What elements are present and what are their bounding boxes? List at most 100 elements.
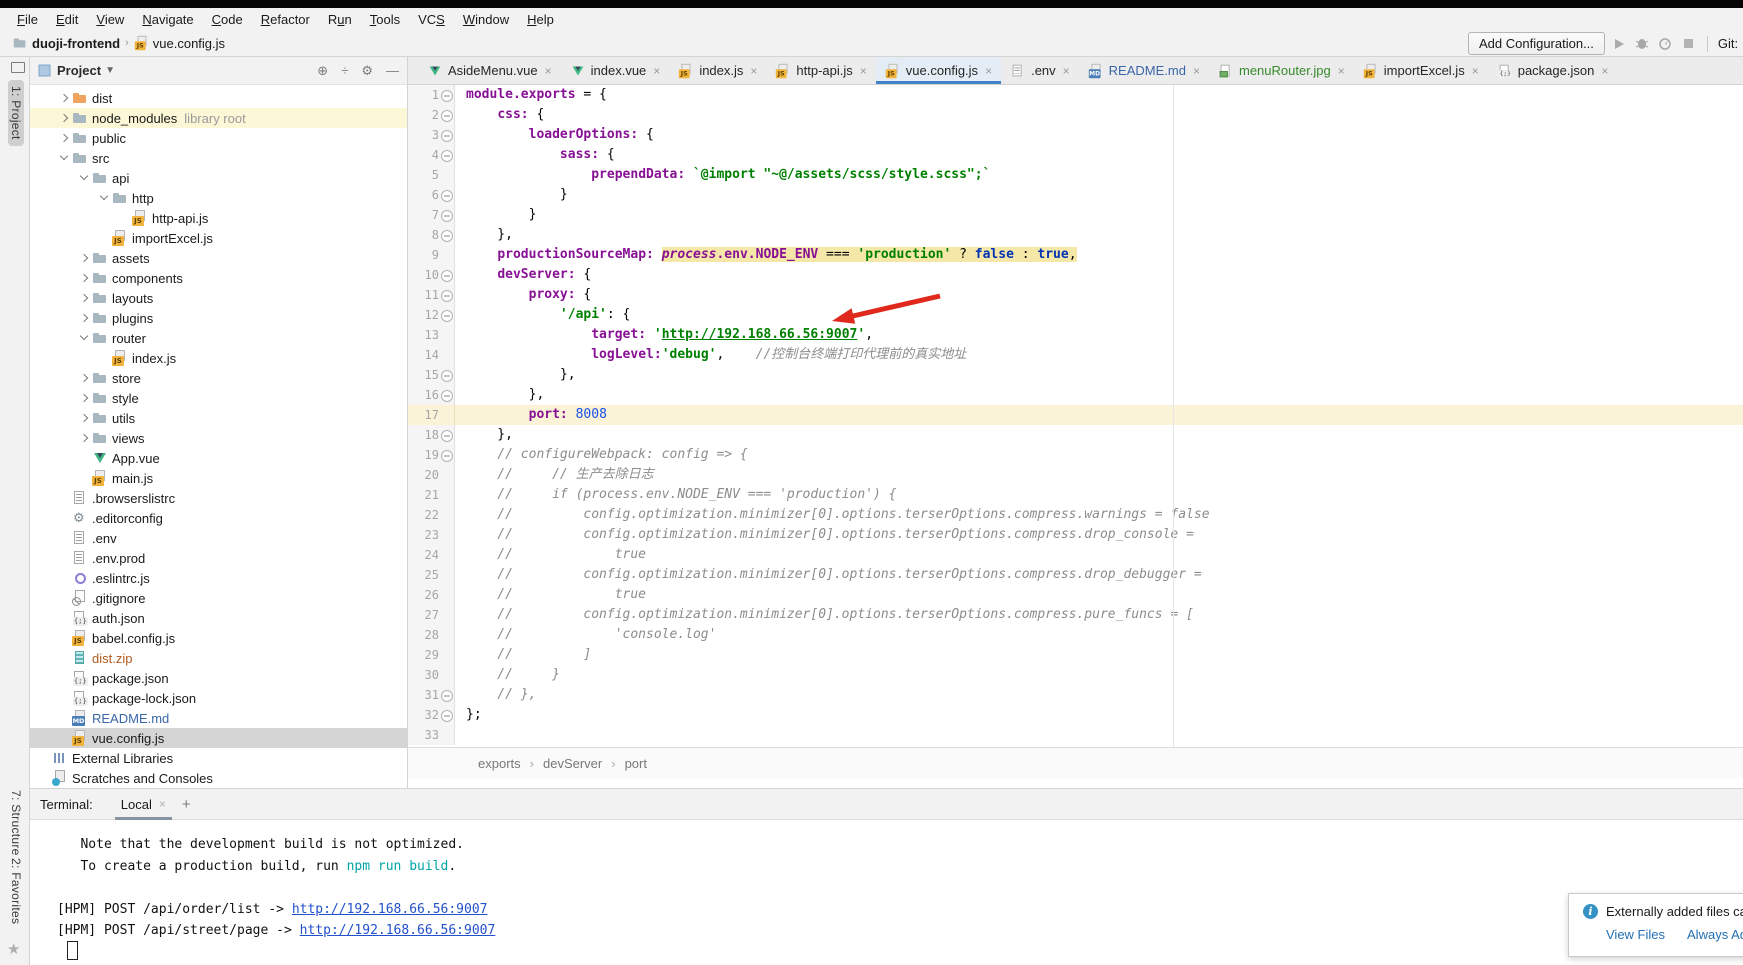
chevron-right-icon[interactable] (76, 368, 92, 388)
menu-code[interactable]: Code (203, 12, 252, 27)
editor-tab-importExcel.js[interactable]: importExcel.js× (1354, 57, 1488, 84)
chevron-down-icon[interactable] (96, 188, 112, 208)
code-line-16[interactable]: 16 }, (408, 385, 1743, 405)
tool-window-project-button[interactable]: 1: Project (9, 80, 23, 146)
tree-item-style[interactable]: style (30, 388, 407, 408)
fold-marker-icon[interactable] (439, 185, 454, 205)
fold-marker-icon[interactable] (439, 225, 454, 245)
fold-marker-icon[interactable] (439, 445, 454, 465)
fold-marker-icon[interactable] (439, 205, 454, 225)
tree-item-plugins[interactable]: plugins (30, 308, 407, 328)
tree-item-package-lock-json[interactable]: package-lock.json (30, 688, 407, 708)
chevron-right-icon[interactable] (56, 108, 72, 128)
tree-item-scratches-and-consoles[interactable]: Scratches and Consoles (30, 768, 407, 788)
close-icon[interactable]: × (159, 797, 166, 811)
code-line-23[interactable]: 23 // config.optimization.minimizer[0].o… (408, 525, 1743, 545)
chevron-right-icon[interactable] (76, 388, 92, 408)
close-icon[interactable]: × (985, 64, 992, 78)
tree-item--gitignore[interactable]: .gitignore (30, 588, 407, 608)
breadcrumb-file[interactable]: vue.config.js (153, 36, 225, 51)
menu-window[interactable]: Window (454, 12, 518, 27)
fold-marker-icon[interactable] (439, 385, 454, 405)
debug-icon[interactable] (1634, 35, 1651, 52)
editor-tab-menuRouter.jpg[interactable]: menuRouter.jpg× (1209, 57, 1354, 84)
tree-item--browserslistrc[interactable]: .browserslistrc (30, 488, 407, 508)
tree-item-http[interactable]: http (30, 188, 407, 208)
code-line-25[interactable]: 25 // config.optimization.minimizer[0].o… (408, 565, 1743, 585)
chevron-right-icon[interactable] (76, 248, 92, 268)
fold-marker-icon[interactable] (439, 685, 454, 705)
tool-window-structure-button[interactable]: 7: Structure (9, 790, 23, 856)
tree-item-auth-json[interactable]: auth.json (30, 608, 407, 628)
close-icon[interactable]: × (1601, 64, 1608, 78)
tree-item-http-api-js[interactable]: http-api.js (30, 208, 407, 228)
tool-window-switcher-icon[interactable] (11, 62, 25, 73)
profiler-icon[interactable] (1657, 35, 1674, 52)
tree-item-importexcel-js[interactable]: importExcel.js (30, 228, 407, 248)
chevron-right-icon[interactable] (76, 408, 92, 428)
editor-tab-index.js[interactable]: index.js× (669, 57, 766, 84)
tree-item-node-modules[interactable]: node_moduleslibrary root (30, 108, 407, 128)
editor-tab-.env[interactable]: .env× (1001, 57, 1079, 84)
tree-item-package-json[interactable]: package.json (30, 668, 407, 688)
menu-tools[interactable]: Tools (361, 12, 409, 27)
menu-refactor[interactable]: Refactor (252, 12, 319, 27)
tree-item-main-js[interactable]: main.js (30, 468, 407, 488)
tool-window-favorites-button[interactable]: 2: Favorites (9, 858, 23, 924)
tree-item-assets[interactable]: assets (30, 248, 407, 268)
tree-item-external-libraries[interactable]: External Libraries (30, 748, 407, 768)
stop-icon[interactable] (1680, 35, 1697, 52)
code-line-5[interactable]: 5 prependData: `@import "~@/assets/scss/… (408, 165, 1743, 185)
tree-item-dist[interactable]: dist (30, 88, 407, 108)
code-line-30[interactable]: 30 // } (408, 665, 1743, 685)
fold-marker-icon[interactable] (439, 265, 454, 285)
tree-item-layouts[interactable]: layouts (30, 288, 407, 308)
code-line-14[interactable]: 14 logLevel:'debug', //控制台终端打印代理前的真实地址 (408, 345, 1743, 365)
breadcrumb-devServer[interactable]: devServer (543, 756, 602, 771)
tree-item-api[interactable]: api (30, 168, 407, 188)
fold-marker-icon[interactable] (439, 425, 454, 445)
fold-marker-icon[interactable] (439, 145, 454, 165)
chevron-right-icon[interactable] (76, 268, 92, 288)
terminal-link[interactable]: http://192.168.66.56:9007 (300, 923, 496, 938)
run-icon[interactable] (1611, 35, 1628, 52)
code-line-3[interactable]: 3 loaderOptions: { (408, 125, 1743, 145)
tree-item-babel-config-js[interactable]: babel.config.js (30, 628, 407, 648)
code-line-10[interactable]: 10 devServer: { (408, 265, 1743, 285)
close-icon[interactable]: × (1063, 64, 1070, 78)
code-line-21[interactable]: 21 // if (process.env.NODE_ENV === 'prod… (408, 485, 1743, 505)
tree-item-store[interactable]: store (30, 368, 407, 388)
code-line-33[interactable]: 33 (408, 725, 1743, 745)
favorites-star-icon[interactable]: ★ (7, 940, 20, 958)
code-line-31[interactable]: 31 // }, (408, 685, 1743, 705)
chevron-down-icon[interactable]: ▼ (105, 65, 115, 76)
tree-item-dist-zip[interactable]: dist.zip (30, 648, 407, 668)
notification-action-always-add[interactable]: Always Add (1687, 927, 1743, 942)
fold-marker-icon[interactable] (439, 305, 454, 325)
menu-run[interactable]: Run (319, 12, 361, 27)
breadcrumb-port[interactable]: port (625, 756, 647, 771)
hide-panel-icon[interactable]: — (386, 63, 399, 78)
menu-view[interactable]: View (87, 12, 133, 27)
menu-navigate[interactable]: Navigate (133, 12, 202, 27)
tree-item-utils[interactable]: utils (30, 408, 407, 428)
terminal-tab-local[interactable]: Local × (115, 789, 172, 820)
fold-marker-icon[interactable] (439, 365, 454, 385)
chevron-down-icon[interactable] (56, 148, 72, 168)
editor-tab-package.json[interactable]: package.json× (1488, 57, 1618, 84)
close-icon[interactable]: × (1193, 64, 1200, 78)
code-line-1[interactable]: 1module.exports = { (408, 85, 1743, 105)
code-line-20[interactable]: 20 // // 生产去除日志 (408, 465, 1743, 485)
code-line-8[interactable]: 8 }, (408, 225, 1743, 245)
add-configuration-button[interactable]: Add Configuration... (1468, 32, 1605, 55)
tree-item-public[interactable]: public (30, 128, 407, 148)
editor-tab-README.md[interactable]: README.md× (1079, 57, 1209, 84)
menu-help[interactable]: Help (518, 12, 563, 27)
menu-file[interactable]: File (8, 12, 47, 27)
menu-vcs[interactable]: VCS (409, 12, 454, 27)
collapse-all-icon[interactable]: ÷ (341, 63, 348, 78)
git-branch-label[interactable]: Git: (1718, 36, 1738, 51)
close-icon[interactable]: × (1472, 64, 1479, 78)
tree-item--env[interactable]: .env (30, 528, 407, 548)
tree-item-app-vue[interactable]: App.vue (30, 448, 407, 468)
